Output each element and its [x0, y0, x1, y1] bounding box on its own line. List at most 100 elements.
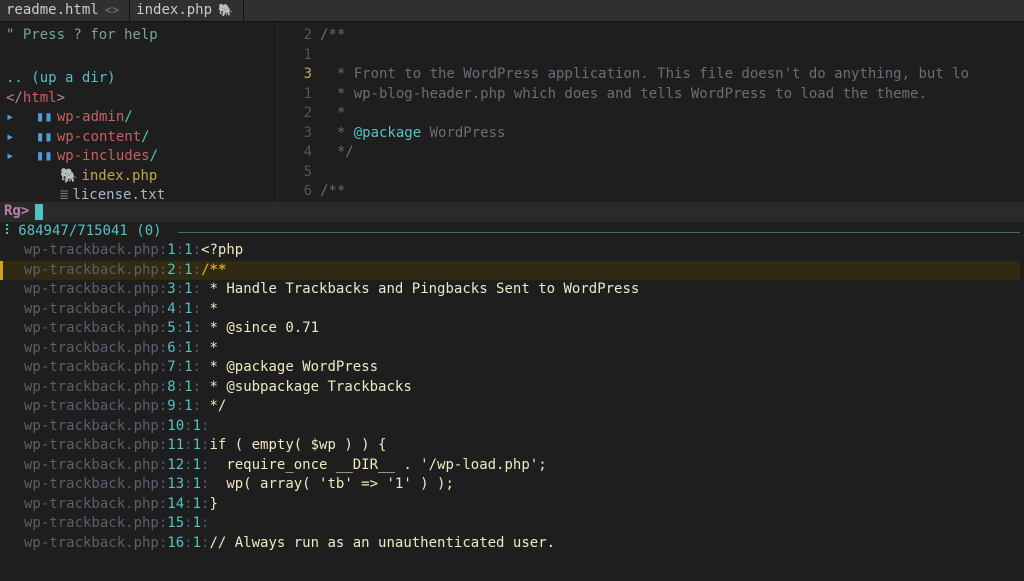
result-col-num: 1 — [193, 515, 201, 531]
code-line — [320, 163, 1024, 183]
result-line[interactable]: wp-trackback.php:11:1:if ( empty( $wp ) … — [24, 436, 1020, 456]
file-name: license.txt — [72, 186, 165, 206]
help-hint: " Press ? for help — [6, 26, 271, 46]
spinner-icon: ⠇ — [4, 222, 14, 242]
line-number: 2 — [278, 26, 312, 46]
slash: / — [141, 128, 149, 148]
result-line[interactable]: wp-trackback.php:4:1: * — [24, 300, 1020, 320]
result-file: wp-trackback.php — [24, 281, 159, 297]
result-line[interactable]: wp-trackback.php:3:1: * Handle Trackback… — [24, 280, 1020, 300]
line-number: 2 — [278, 104, 312, 124]
tab-label: readme.html — [6, 1, 99, 21]
folder-wp-includes[interactable]: ▸ ▮▮wp-includes/ — [6, 147, 271, 167]
result-file: wp-trackback.php — [24, 457, 159, 473]
upper-pane: " Press ? for help .. (up a dir) </html>… — [0, 22, 1024, 202]
file-index-php[interactable]: 🐘index.php — [6, 167, 271, 187]
result-file: wp-trackback.php — [24, 242, 159, 258]
html-icon: <> — [105, 1, 119, 21]
folder-name: wp-includes — [57, 147, 150, 167]
result-file: wp-trackback.php — [24, 515, 159, 531]
code-line: * wp-blog-header.php which does and tell… — [320, 85, 1024, 105]
code-line: /** — [320, 182, 1024, 202]
code-content: /** * Front to the WordPress application… — [320, 26, 1024, 202]
result-line[interactable]: wp-trackback.php:13:1: wp( array( 'tb' =… — [24, 475, 1020, 495]
result-line-num: 8 — [167, 379, 175, 395]
tab-label: index.php — [136, 1, 212, 21]
spacer — [6, 46, 271, 66]
result-text: <?php — [201, 242, 243, 258]
result-line[interactable]: wp-trackback.php:5:1: * @since 0.71 — [24, 319, 1020, 339]
result-text: // Always run as an unauthenticated user… — [209, 535, 555, 551]
file-icon: ≣ — [60, 186, 68, 206]
result-text: wp( array( 'tb' => '1' ) ); — [209, 476, 453, 492]
result-line[interactable]: wp-trackback.php:2:1:/** — [0, 261, 1020, 281]
result-col-num: 1 — [193, 496, 201, 512]
result-line[interactable]: wp-trackback.php:14:1:} — [24, 495, 1020, 515]
tab-bar: readme.html <> index.php 🐘 — [0, 0, 1024, 22]
result-line[interactable]: wp-trackback.php:1:1:<?php — [24, 241, 1020, 261]
result-file: wp-trackback.php — [24, 262, 159, 278]
result-line-num: 5 — [167, 320, 175, 336]
code-line — [320, 46, 1024, 66]
result-col-num: 1 — [193, 535, 201, 551]
result-line[interactable]: wp-trackback.php:9:1: */ — [24, 397, 1020, 417]
result-line[interactable]: wp-trackback.php:10:1: — [24, 417, 1020, 437]
line-number: 4 — [278, 143, 312, 163]
caret-right-icon: ▸ — [6, 147, 18, 167]
result-line[interactable]: wp-trackback.php:16:1:// Always run as a… — [24, 534, 1020, 554]
code-line: * @package WordPress — [320, 124, 1024, 144]
line-number: 3 — [278, 124, 312, 144]
result-line[interactable]: wp-trackback.php:8:1: * @subpackage Trac… — [24, 378, 1020, 398]
result-text: * @since 0.71 — [201, 320, 319, 336]
file-tree[interactable]: " Press ? for help .. (up a dir) </html>… — [0, 22, 278, 202]
folder-name: wp-admin — [57, 108, 124, 128]
folder-wp-admin[interactable]: ▸▮▮wp-admin/ — [6, 108, 271, 128]
folder-icon: ▮▮ — [36, 128, 53, 148]
result-line[interactable]: wp-trackback.php:15:1: — [24, 514, 1020, 534]
result-text: } — [209, 496, 217, 512]
tab-index-php[interactable]: index.php 🐘 — [130, 0, 244, 21]
result-col-num: 1 — [193, 476, 201, 492]
result-text: * Handle Trackbacks and Pingbacks Sent t… — [201, 281, 639, 297]
result-file: wp-trackback.php — [24, 320, 159, 336]
elephant-icon: 🐘 — [218, 1, 233, 21]
result-col-num: 1 — [184, 359, 192, 375]
result-col-num: 1 — [184, 242, 192, 258]
result-file: wp-trackback.php — [24, 535, 159, 551]
folder-wp-content[interactable]: ▸▮▮wp-content/ — [6, 128, 271, 148]
result-line[interactable]: wp-trackback.php:12:1: require_once __DI… — [24, 456, 1020, 476]
result-file: wp-trackback.php — [24, 476, 159, 492]
caret-right-icon: ▸ — [6, 108, 18, 128]
result-text: * @package WordPress — [201, 359, 378, 375]
result-col-num: 1 — [193, 457, 201, 473]
result-line-num: 11 — [167, 437, 184, 453]
result-file: wp-trackback.php — [24, 398, 159, 414]
result-col-num: 1 — [184, 340, 192, 356]
code-editor[interactable]: 213123456 /** * Front to the WordPress a… — [278, 22, 1024, 202]
line-number-gutter: 213123456 — [278, 26, 320, 202]
line-number: 3 — [278, 65, 312, 85]
folder-icon: ▮▮ — [36, 147, 53, 167]
result-col-num: 1 — [184, 398, 192, 414]
result-line-num: 6 — [167, 340, 175, 356]
result-text: if ( empty( $wp ) ) { — [209, 437, 386, 453]
result-col-num: 1 — [193, 437, 201, 453]
result-line-num: 3 — [167, 281, 175, 297]
result-line[interactable]: wp-trackback.php:7:1: * @package WordPre… — [24, 358, 1020, 378]
text-cursor-icon — [35, 204, 43, 220]
slash: / — [150, 147, 158, 167]
slash: / — [124, 108, 132, 128]
result-line-num: 14 — [167, 496, 184, 512]
file-license-txt[interactable]: ≣license.txt — [6, 186, 271, 206]
result-line-num: 2 — [167, 262, 175, 278]
up-directory[interactable]: .. (up a dir) — [6, 69, 271, 89]
status-text: 684947/715041 (0) — [18, 222, 161, 242]
search-results[interactable]: wp-trackback.php:1:1:<?phpwp-trackback.p… — [0, 241, 1024, 553]
folder-name: wp-content — [57, 128, 141, 148]
tab-readme[interactable]: readme.html <> — [0, 0, 130, 21]
line-number: 1 — [278, 46, 312, 66]
result-text: * — [201, 340, 218, 356]
result-file: wp-trackback.php — [24, 379, 159, 395]
result-text: */ — [201, 398, 226, 414]
result-line[interactable]: wp-trackback.php:6:1: * — [24, 339, 1020, 359]
